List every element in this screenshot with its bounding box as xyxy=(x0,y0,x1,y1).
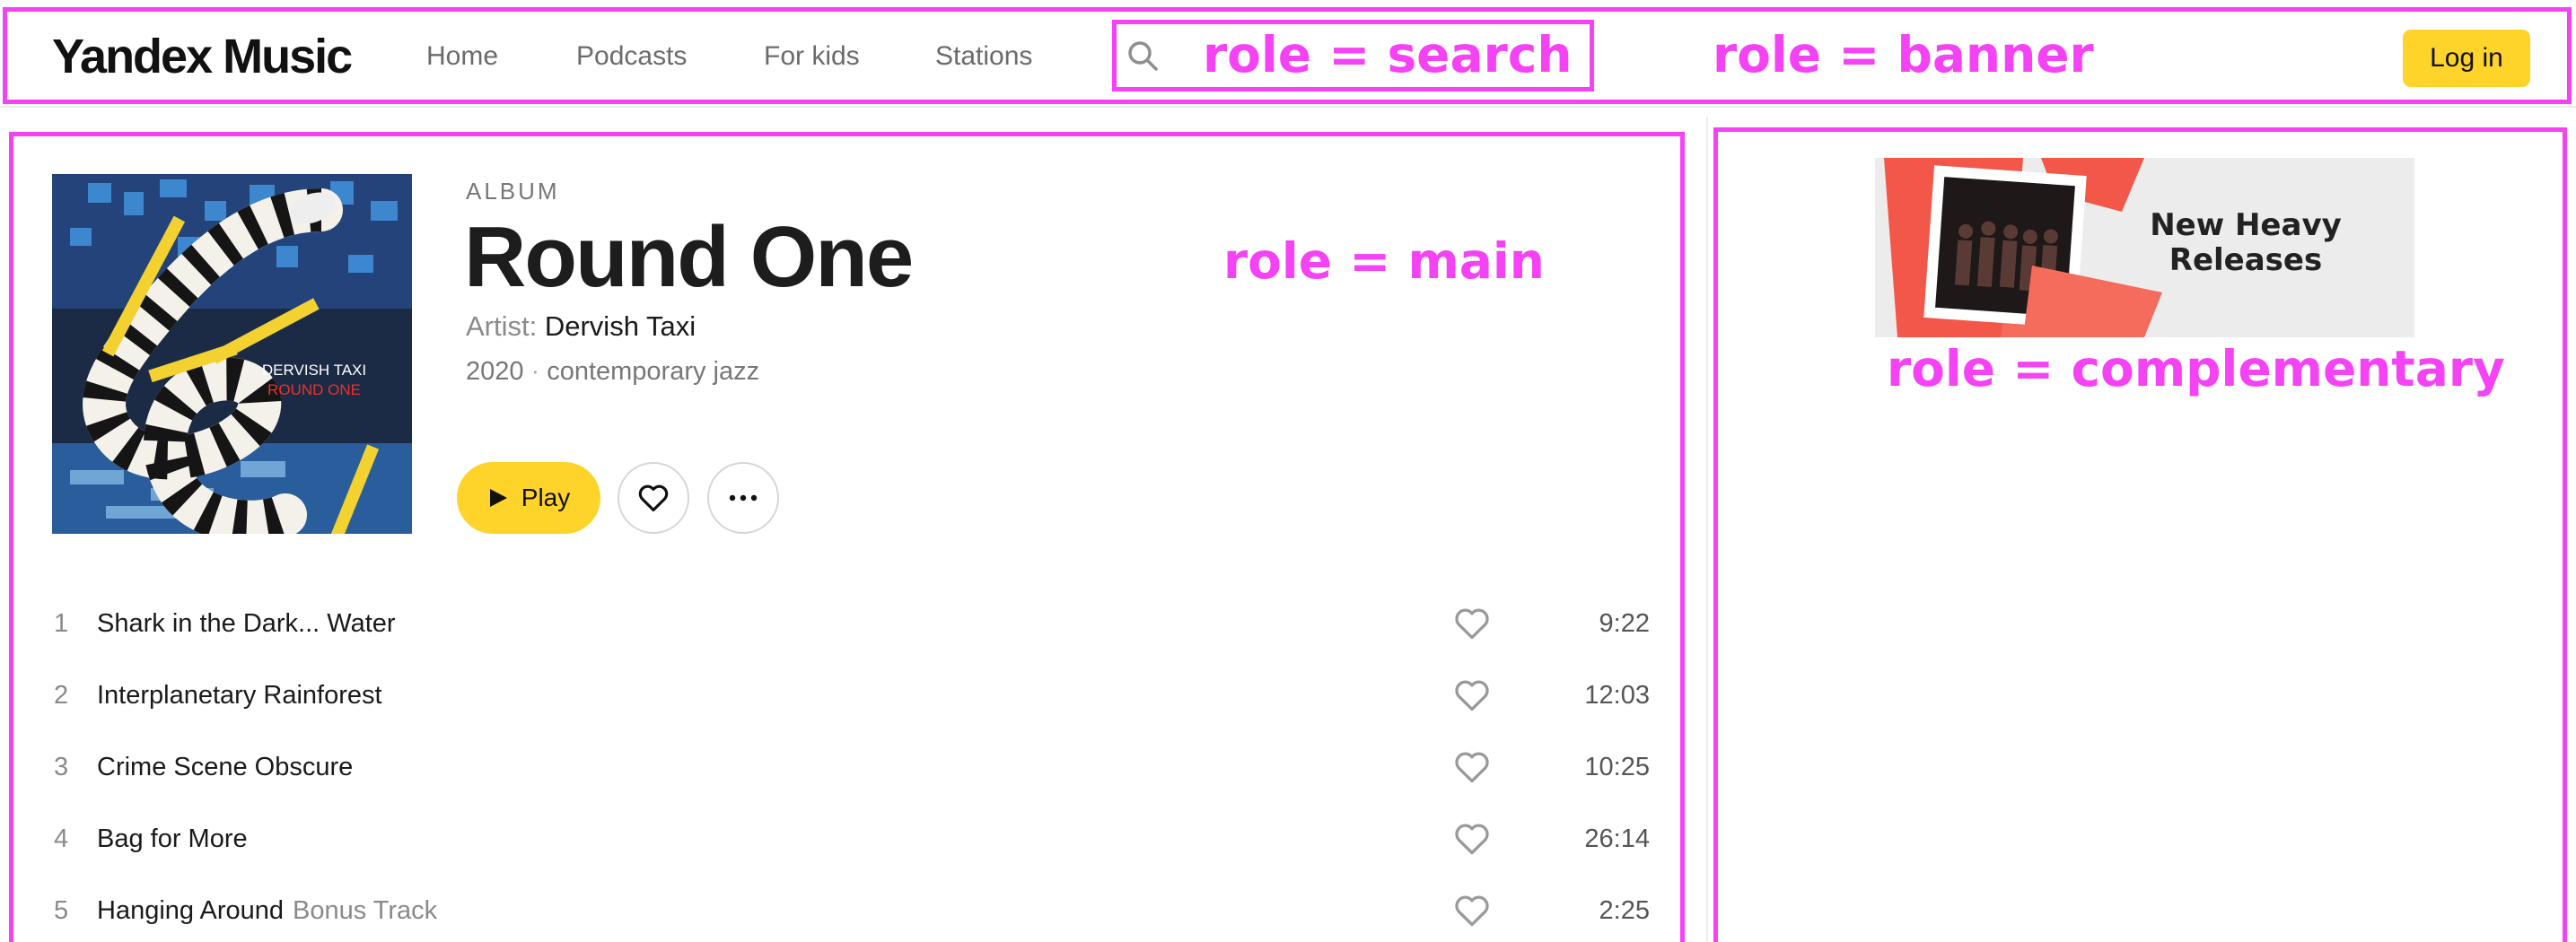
search-role-label: role = search xyxy=(1203,26,1573,83)
complementary-role-label: role = complementary xyxy=(1887,340,2505,397)
page: Yandex Music Home Podcasts For kids Stat… xyxy=(0,0,2576,942)
main-role-label: role = main xyxy=(1223,232,1545,290)
complementary-region-outline xyxy=(1713,127,2567,942)
banner-role-label: role = banner xyxy=(1713,26,2094,83)
column-divider xyxy=(1706,117,1708,942)
